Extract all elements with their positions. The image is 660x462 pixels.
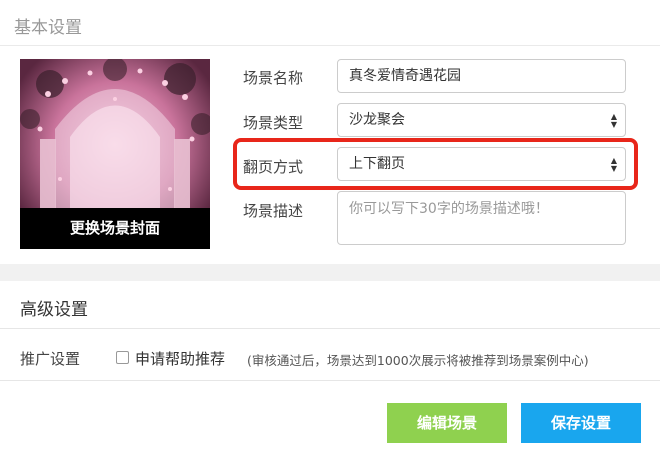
section-gap — [0, 264, 660, 281]
advanced-settings-title: 高级设置 — [20, 300, 88, 320]
scene-name-label: 场景名称 — [243, 69, 304, 87]
scene-type-label: 场景类型 — [243, 114, 304, 132]
scene-type-value: 沙龙聚会 — [349, 112, 405, 128]
edit-scene-button[interactable]: 编辑场景 — [387, 403, 507, 443]
divider — [0, 45, 660, 46]
promotion-note: (审核通过后，场景达到1000次展示将被推荐到场景案例中心) — [247, 353, 589, 368]
scene-type-select[interactable]: 沙龙聚会 ▲ ▼ — [337, 103, 626, 137]
promotion-checkbox-label[interactable]: 申请帮助推荐 — [135, 348, 225, 369]
cover-image[interactable]: 更换场景封面 — [20, 59, 210, 249]
save-settings-button[interactable]: 保存设置 — [521, 403, 641, 443]
divider — [0, 328, 660, 329]
promotion-label: 推广设置 — [20, 350, 81, 368]
divider — [0, 380, 660, 381]
updown-arrows-icon: ▲ ▼ — [610, 112, 617, 129]
basic-settings-title: 基本设置 — [14, 18, 82, 38]
promotion-checkbox[interactable] — [116, 351, 129, 364]
scene-name-input[interactable]: 真冬爱情奇遇花园 — [337, 59, 626, 93]
change-cover-button[interactable]: 更换场景封面 — [20, 208, 210, 249]
scene-desc-textarea[interactable]: 你可以写下30字的场景描述哦！ — [337, 191, 626, 245]
scene-desc-label: 场景描述 — [243, 202, 304, 220]
annotation-highlight-box — [233, 138, 638, 190]
basic-settings-section: 基本设置 更换场景封面 场景名称 真冬爱情奇遇花园 场景类型 沙龙聚会 ▲ ▼ … — [0, 0, 660, 264]
